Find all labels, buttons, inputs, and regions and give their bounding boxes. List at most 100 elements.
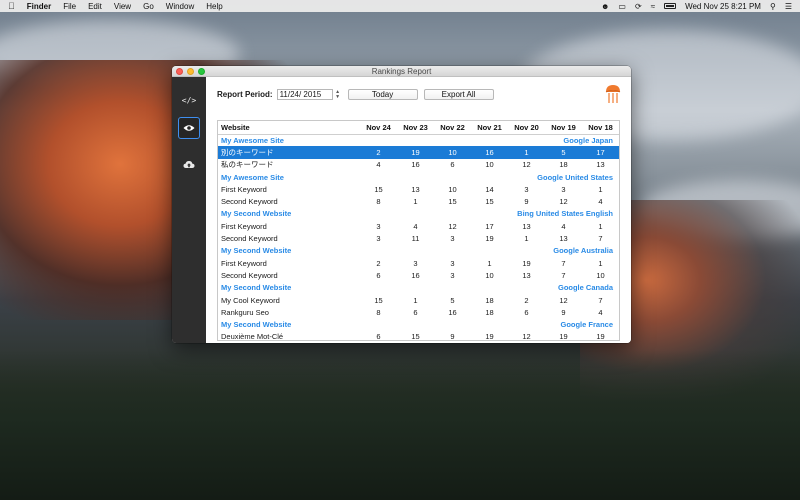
group-search-engine: Google Japan [563,135,613,145]
column-header-date[interactable]: Nov 19 [545,121,582,135]
report-period-label: Report Period: [217,90,273,99]
site-group-row[interactable]: My Second Website Google Australia [218,245,619,257]
sidebar-item-code[interactable]: </> [178,89,200,111]
apple-menu-icon[interactable]:  [8,1,15,11]
table-row[interactable]: 別のキーワード 2 19 10 16 1 5 17 [218,146,619,159]
window-titlebar[interactable]: Rankings Report [172,66,631,77]
rank-cell: 3 [561,184,566,194]
code-icon: </> [181,95,197,105]
notification-center-icon[interactable]: ☰ [785,2,792,11]
column-header-website[interactable]: Website [218,121,360,135]
site-group-row[interactable]: My Awesome Site Google United States [218,171,619,183]
group-search-engine: Google Australia [553,246,613,256]
rank-cell: 7 [561,258,566,268]
rank-cell: 12 [522,160,531,170]
table-row[interactable]: Second Keyword 8 1 15 15 9 12 4 [218,195,619,207]
column-header-date[interactable]: Nov 21 [471,121,508,135]
table-row[interactable]: First Keyword 15 13 10 14 3 3 1 [218,183,619,195]
report-content: Report Period: 11/24/ 2015 ▲ ▼ Today Exp… [206,77,631,343]
table-row[interactable]: First Keyword 3 4 12 17 13 4 1 [218,220,619,232]
column-header-date[interactable]: Nov 18 [582,121,619,135]
wifi-icon[interactable]: ≈ [651,2,655,11]
table-row[interactable]: Deuxième Mot-Clé 6 15 9 19 12 19 19 [218,331,619,343]
sidebar: </> [172,77,206,343]
table-row[interactable]: 私のキーワード 4 16 6 10 12 18 13 [218,159,619,171]
rank-cell: 3 [450,234,455,244]
rank-cell: 10 [448,184,457,194]
rank-cell: 2 [524,295,529,305]
menu-file[interactable]: File [63,2,76,11]
group-site-name: My Second Website [221,246,292,256]
rank-cell: 1 [508,146,545,159]
column-header-date[interactable]: Nov 22 [434,121,471,135]
rank-cell: 4 [376,160,381,170]
rank-cell: 12 [522,332,531,342]
today-button[interactable]: Today [347,89,418,100]
rank-cell: 12 [448,221,457,231]
menu-view[interactable]: View [114,2,131,11]
rank-cell: 5 [545,146,582,159]
rank-cell: 3 [413,258,418,268]
site-group-row[interactable]: My Awesome Site Google Japan [218,134,619,146]
rank-cell: 10 [485,270,494,280]
rank-cell: 12 [559,197,568,207]
stepper-down-icon[interactable]: ▼ [335,94,340,100]
keyword-cell: My Cool Keyword [221,295,280,305]
rank-cell: 1 [598,221,603,231]
menu-go[interactable]: Go [143,2,154,11]
group-site-name: My Second Website [221,320,292,330]
rank-cell: 18 [559,160,568,170]
close-window-button[interactable] [176,68,183,75]
sidebar-item-cloud[interactable] [178,153,200,175]
table-row[interactable]: Rankguru Seo 8 6 16 18 6 9 4 [218,306,619,318]
rank-cell: 4 [413,221,418,231]
rank-cell: 18 [485,295,494,305]
rank-cell: 19 [485,332,494,342]
rank-cell: 15 [374,295,383,305]
airplay-icon[interactable]: ▭ [618,2,626,11]
app-status-icon[interactable]: ☻ [601,2,609,11]
report-toolbar: Report Period: 11/24/ 2015 ▲ ▼ Today Exp… [217,89,494,100]
window-title: Rankings Report [371,66,432,76]
column-header-date[interactable]: Nov 24 [360,121,397,135]
report-date-field[interactable]: 11/24/ 2015 [276,89,333,100]
app-logo-icon [605,85,621,103]
table-row[interactable]: Second Keyword 3 11 3 19 1 13 7 [218,232,619,244]
rank-cell: 1 [413,295,418,305]
menu-window[interactable]: Window [166,2,194,11]
rank-cell: 3 [450,270,455,280]
rankings-table: Website Nov 24 Nov 23 Nov 22 Nov 21 Nov … [217,120,620,341]
minimize-window-button[interactable] [187,68,194,75]
rank-cell: 19 [522,258,531,268]
menu-help[interactable]: Help [206,2,222,11]
site-group-row[interactable]: My Second Website Google Canada [218,282,619,294]
rank-cell: 15 [485,197,494,207]
spotlight-search-icon[interactable]: ⚲ [770,2,776,11]
menu-edit[interactable]: Edit [88,2,102,11]
rank-cell: 9 [561,307,566,317]
zoom-window-button[interactable] [198,68,205,75]
rank-cell: 3 [376,234,381,244]
rank-cell: 18 [485,307,494,317]
battery-icon[interactable] [664,3,677,9]
keyword-cell: First Keyword [221,221,267,231]
table-row[interactable]: My Cool Keyword 15 1 5 18 2 12 7 [218,294,619,306]
site-group-row[interactable]: My Second Website Google France [218,318,619,330]
table-row[interactable]: First Keyword 2 3 3 1 19 7 1 [218,257,619,269]
menu-app-finder[interactable]: Finder [27,2,51,11]
eye-icon [183,125,195,131]
rank-cell: 5 [450,295,455,305]
sync-icon[interactable]: ⟳ [635,2,642,11]
site-group-row[interactable]: My Second Website Bing United States Eng… [218,208,619,220]
menubar-clock[interactable]: Wed Nov 25 8:21 PM [685,2,761,11]
export-all-button[interactable]: Export All [423,89,494,100]
column-header-date[interactable]: Nov 20 [508,121,545,135]
date-stepper[interactable]: ▲ ▼ [334,89,342,100]
keyword-cell: First Keyword [221,258,267,268]
sidebar-item-rankings[interactable] [178,117,200,139]
table-row[interactable]: Second Keyword 6 16 3 10 13 7 10 [218,269,619,281]
column-header-date[interactable]: Nov 23 [397,121,434,135]
rank-cell: 4 [598,197,603,207]
rank-cell: 9 [524,197,529,207]
group-search-engine: Google Canada [557,283,613,293]
